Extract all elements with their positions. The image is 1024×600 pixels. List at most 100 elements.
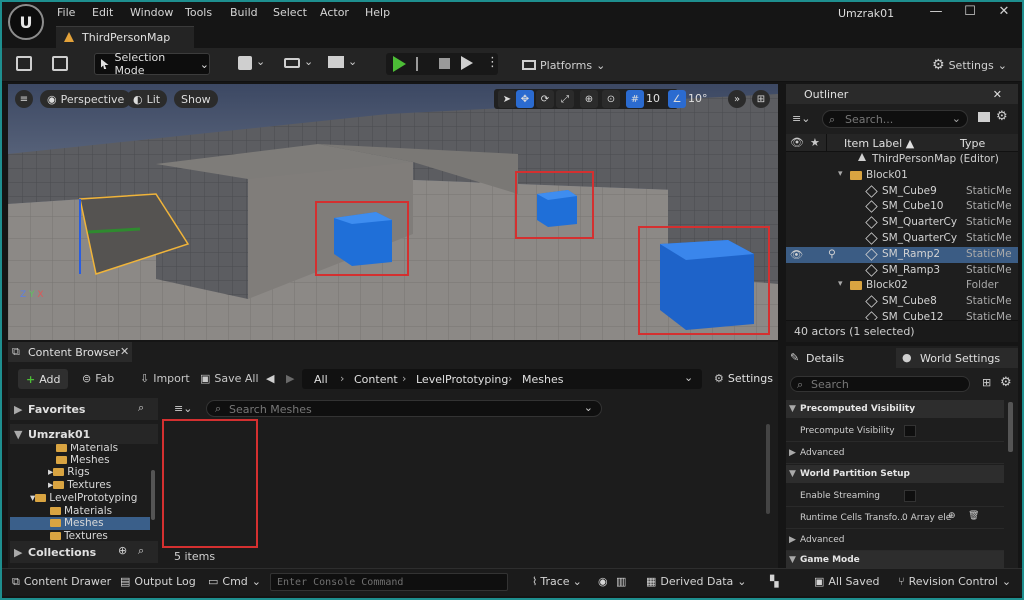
visibility-icon[interactable]: 👁 [790, 136, 804, 149]
section-world-partition[interactable]: ▼ World Partition Setup [786, 465, 1004, 483]
details-tab[interactable]: ✎ Details [786, 348, 892, 368]
outliner-row[interactable]: ThirdPersonMap (Editor) [786, 152, 1018, 168]
revision-control-dropdown[interactable]: ⑂ Revision Control ⌄ [898, 575, 1011, 588]
visibility-icon[interactable]: 👁 [790, 248, 803, 261]
play-icon[interactable] [393, 56, 406, 72]
tree-item-meshes[interactable]: Meshes [56, 454, 110, 466]
section-precomputed-visibility[interactable]: ▼ Precomputed Visibility [786, 400, 1004, 418]
rotate-tool-icon[interactable]: ⟳ [536, 90, 554, 108]
chevron-down-icon[interactable]: ⌄ [348, 55, 357, 68]
details-search-input[interactable]: ⌕ Search [790, 376, 970, 392]
save-all-button[interactable]: ▣ Save All [200, 372, 259, 385]
browse-level-icon[interactable] [52, 56, 68, 71]
add-folder-icon[interactable] [978, 112, 990, 122]
tab-thirdpersonmap[interactable]: ThirdPersonMap [56, 26, 194, 48]
precompute-checkbox[interactable] [904, 425, 916, 437]
output-log-button[interactable]: ▤ Output Log [120, 575, 196, 588]
pin-icon[interactable]: ★ [810, 136, 820, 149]
close-icon[interactable]: ✕ [994, 4, 1014, 22]
selection-mode-dropdown[interactable]: Selection Mode ⌄ [94, 51, 210, 77]
item-label-column[interactable]: Item Label ▲ [844, 137, 914, 150]
menu-edit[interactable]: Edit [92, 6, 113, 19]
record-icon[interactable]: ◉ [598, 575, 608, 588]
rotation-snap-icon[interactable]: ∠ [668, 90, 686, 108]
tree-item-lp-textures[interactable]: Textures [50, 530, 108, 540]
platforms-button[interactable]: Platforms ⌄ [522, 54, 605, 76]
outliner-row[interactable]: 👁 ⚲ SM_Ramp2 StaticMe [786, 246, 1018, 263]
minimize-icon[interactable]: — [926, 4, 946, 22]
advanced-toggle-1[interactable]: ▶ Advanced [786, 442, 1004, 464]
streaming-checkbox[interactable] [904, 490, 916, 502]
menu-select[interactable]: Select [273, 6, 307, 19]
outliner-search-input[interactable]: ⌕ Search... ⌄ [822, 110, 968, 128]
details-scrollbar[interactable] [1008, 402, 1013, 452]
collections-header[interactable]: ▶ Collections ⊕ ⌕ [10, 541, 158, 563]
stats-icon[interactable]: ▥ [616, 575, 626, 588]
world-settings-tab[interactable]: ● World Settings [896, 348, 1018, 368]
search-icon[interactable]: ⌕ [138, 544, 144, 558]
content-drawer-button[interactable]: ⧉ Content Drawer [12, 575, 111, 589]
step-icon[interactable] [416, 57, 429, 71]
layout-icon[interactable]: ⊞ [752, 90, 770, 108]
eject-icon[interactable] [461, 56, 473, 70]
close-icon[interactable]: ✕ [120, 345, 129, 358]
back-icon[interactable]: ◀ [266, 372, 274, 385]
gear-icon[interactable]: ⚙ [1000, 375, 1012, 390]
rotation-snap-value[interactable]: 10° [688, 92, 708, 105]
filter-icon[interactable]: ≡⌄ [792, 112, 810, 125]
tree-scrollbar[interactable] [151, 470, 155, 520]
world-space-icon[interactable]: ⊕ [580, 90, 598, 108]
grid-snap-icon[interactable]: # [626, 90, 644, 108]
tree-item-textures[interactable]: ▸ Textures [48, 479, 111, 491]
import-button[interactable]: ⇩ Import [140, 372, 190, 385]
breadcrumb-all[interactable]: All [314, 373, 328, 386]
play-options-icon[interactable]: ⋮ [486, 55, 499, 70]
favorites-header[interactable]: ▶ Favorites ⌕ [10, 398, 158, 420]
menu-tools[interactable]: Tools [185, 6, 212, 19]
stop-icon[interactable] [439, 58, 450, 69]
filter-icon[interactable]: ≡⌄ [174, 402, 192, 415]
trace-dropdown[interactable]: ⌇ Trace ⌄ [532, 575, 582, 588]
add-actor-icon[interactable] [238, 56, 252, 70]
outliner-row[interactable]: SM_Cube9 StaticMe [786, 184, 1018, 200]
search-icon[interactable]: ⌕ [138, 401, 144, 415]
breadcrumb-content[interactable]: Content [354, 373, 398, 386]
blueprint-icon[interactable] [284, 58, 300, 68]
pin-icon[interactable]: ⚲ [828, 248, 836, 260]
tree-item-lp-meshes[interactable]: Meshes [10, 517, 150, 530]
settings-button[interactable]: ⚙ Settings ⌄ [932, 54, 1007, 76]
grid-snap-value[interactable]: 10 [646, 92, 660, 105]
move-tool-icon[interactable]: ✥ [516, 90, 534, 108]
section-game-mode[interactable]: ▼ Game Mode [786, 551, 1004, 569]
content-browser-tab[interactable]: ⧉ Content Browser ✕ [8, 342, 132, 362]
menu-window[interactable]: Window [130, 6, 173, 19]
viewport-menu-icon[interactable]: ≡ [15, 90, 33, 108]
asset-scrollbar[interactable] [766, 424, 770, 514]
menu-build[interactable]: Build [230, 6, 258, 19]
cmd-dropdown[interactable]: ▭ Cmd ⌄ [208, 575, 261, 588]
all-saved-button[interactable]: ▣ All Saved [814, 575, 880, 588]
project-root[interactable]: ▼ Umzrak01 [10, 424, 158, 444]
add-element-icon[interactable]: ⊕ [948, 511, 956, 521]
select-tool-icon[interactable]: ➤ [498, 90, 516, 108]
fab-button[interactable]: ⊜ Fab [82, 372, 114, 385]
lit-button[interactable]: ◐ Lit [126, 90, 168, 108]
chevron-down-icon[interactable]: ⌄ [304, 55, 313, 68]
menu-help[interactable]: Help [365, 6, 390, 19]
tree-item-materials[interactable]: Materials [56, 444, 118, 454]
cb-settings-button[interactable]: ⚙ Settings [714, 372, 773, 385]
outliner-row[interactable]: SM_QuarterCy StaticMe [786, 231, 1018, 247]
chevron-down-icon[interactable]: ⌄ [256, 55, 265, 68]
trash-icon[interactable]: 🗑 [968, 511, 979, 521]
gear-icon[interactable]: ⚙ [996, 109, 1008, 124]
console-input[interactable]: Enter Console Command [270, 573, 508, 591]
add-button[interactable]: + Add [18, 369, 68, 389]
scale-tool-icon[interactable]: ⤢ [556, 90, 574, 108]
surface-snap-icon[interactable]: ⊙ [602, 90, 620, 108]
asset-search-input[interactable]: ⌕ Search Meshes ⌄ [206, 400, 602, 417]
menu-file[interactable]: File [57, 6, 75, 19]
outliner-row[interactable]: SM_QuarterCy StaticMe [786, 215, 1018, 231]
tree-item-lp-materials[interactable]: Materials [50, 505, 112, 517]
derived-data-dropdown[interactable]: ▦ Derived Data ⌄ [646, 575, 746, 588]
close-icon[interactable]: ✕ [993, 88, 1002, 101]
